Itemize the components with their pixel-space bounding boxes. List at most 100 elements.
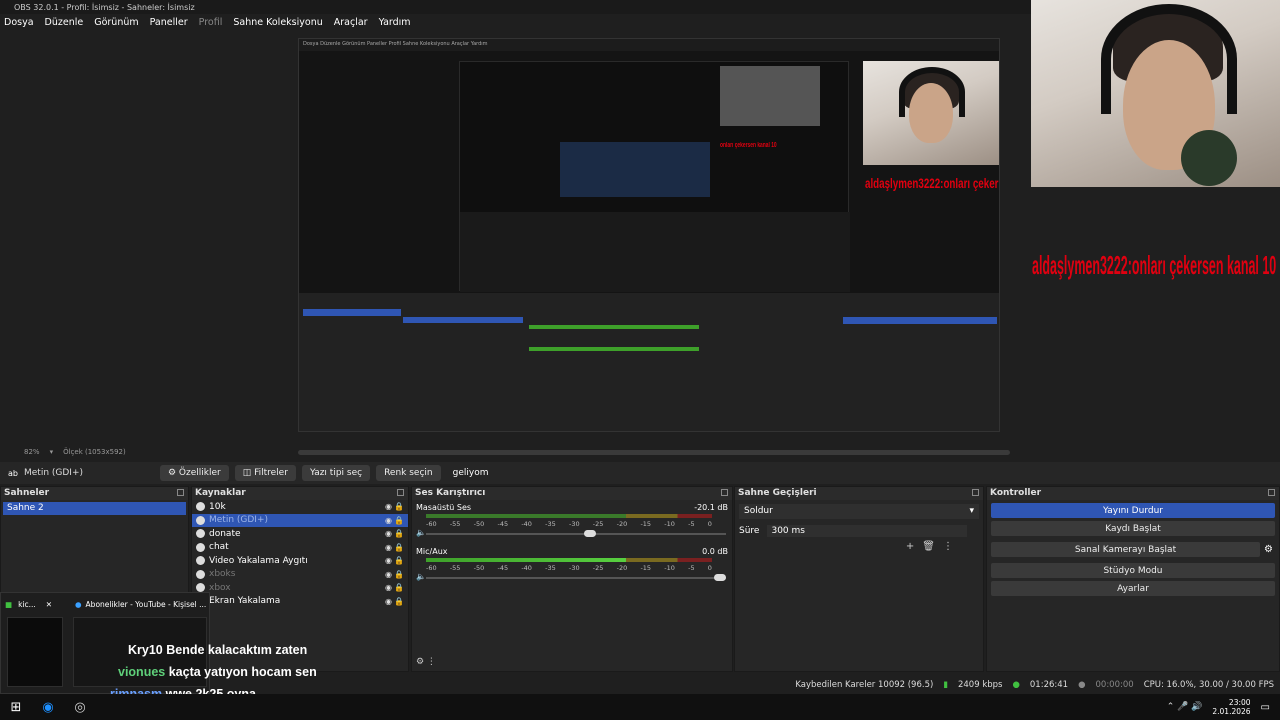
lock-icon[interactable]: 🔒 — [394, 516, 404, 525]
scenes-title: Sahneler — [4, 488, 50, 498]
menu-gorunum[interactable]: Görünüm — [94, 17, 138, 28]
color-select-button[interactable]: Renk seçin — [376, 465, 441, 481]
lock-icon[interactable]: 🔒 — [394, 597, 404, 606]
chat-user: Kry10 — [128, 643, 163, 657]
volume-slider[interactable] — [426, 574, 726, 581]
menu-sahne-koleksiyonu[interactable]: Sahne Koleksiyonu — [233, 17, 322, 28]
properties-button[interactable]: ⚙ Özellikler — [159, 465, 229, 481]
lock-icon[interactable]: 🔒 — [394, 543, 404, 552]
speaker-icon[interactable]: 🔈 — [416, 572, 426, 581]
visibility-icon[interactable]: ◉ — [385, 516, 392, 525]
nested-webcam — [863, 61, 999, 165]
zoom-scale: Ölçek (1053x592) — [63, 448, 126, 456]
lock-icon[interactable]: 🔒 — [394, 583, 404, 592]
source-item[interactable]: Ekran Yakalama ◉ 🔒 — [192, 595, 408, 609]
dock-float-icon[interactable] — [1268, 489, 1275, 496]
signal-icon: ▮ — [943, 680, 948, 690]
lock-icon[interactable]: 🔒 — [394, 502, 404, 511]
app-icon: ■ — [5, 599, 13, 609]
live-icon: ● — [1012, 680, 1020, 690]
visibility-icon[interactable]: ◉ — [385, 583, 392, 592]
text-source-icon: ab — [8, 468, 18, 478]
lock-icon[interactable]: 🔒 — [394, 529, 404, 538]
font-select-button[interactable]: Yazı tipi seç — [301, 465, 371, 481]
clock-time[interactable]: 23:00 — [1212, 698, 1251, 707]
dock-float-icon[interactable] — [177, 489, 184, 496]
start-virtual-camera-button[interactable]: Sanal Kamerayı Başlat — [991, 542, 1261, 557]
delete-icon[interactable]: 🗑 — [922, 541, 935, 552]
scene-item[interactable]: Sahne 2 — [3, 502, 186, 515]
lock-icon[interactable]: 🔒 — [394, 570, 404, 579]
source-item[interactable]: donate ◉ 🔒 — [192, 527, 408, 541]
cpu-fps: CPU: 16.0%, 30.00 / 30.00 FPS — [1143, 680, 1274, 690]
tick-label: -45 — [497, 520, 509, 528]
menu-araclar[interactable]: Araçlar — [334, 17, 368, 28]
menu-paneller[interactable]: Paneller — [150, 17, 188, 28]
slider-handle[interactable] — [584, 530, 597, 537]
tick-label: -35 — [545, 564, 556, 572]
duration-input[interactable]: 300 ms — [767, 525, 968, 537]
source-item[interactable]: Video Yakalama Aygıtı ◉ 🔒 — [192, 554, 408, 568]
studio-mode-button[interactable]: Stüdyo Modu — [991, 563, 1275, 578]
more-icon[interactable]: ⋮ — [943, 541, 953, 552]
volume-slider[interactable] — [426, 530, 726, 537]
transitions-dock: Sahne Geçişleri Soldur ▾ Süre 300 ms + 🗑 … — [734, 486, 984, 672]
nested-deeper-capture — [560, 142, 710, 197]
nested-dock-preview — [460, 212, 850, 292]
clock-date[interactable]: 2.01.2026 — [1212, 707, 1250, 716]
visibility-icon[interactable]: ◉ — [385, 556, 392, 565]
start-recording-button[interactable]: Kaydı Başlat — [991, 521, 1275, 536]
windows-start-icon[interactable]: ⊞ — [0, 700, 32, 715]
visibility-icon[interactable]: ◉ — [385, 570, 392, 579]
dock-float-icon[interactable] — [721, 489, 728, 496]
add-icon[interactable]: + — [906, 541, 914, 552]
nested-alert-big: aldaşlymen3222:onları çekersen kanal 10 … — [865, 175, 999, 191]
chevron-down-icon[interactable]: ▾ — [50, 448, 54, 460]
filters-button[interactable]: ◫ Filtreler — [234, 465, 296, 481]
settings-button[interactable]: Ayarlar — [991, 581, 1275, 596]
stop-streaming-button[interactable]: Yayını Durdur — [991, 503, 1275, 518]
controls-dock: Kontroller Yayını Durdur Kaydı Başlat Sa… — [986, 486, 1280, 672]
dock-float-icon[interactable] — [397, 489, 404, 496]
close-icon[interactable]: ✕ — [46, 600, 52, 609]
visibility-icon[interactable]: ◉ — [385, 597, 392, 606]
visibility-icon[interactable]: ◉ — [385, 543, 392, 552]
popup-item-obs[interactable]: ■ kic... ✕ — [5, 597, 69, 611]
channel-name: Masaüstü Ses — [416, 503, 472, 512]
volume-meter — [426, 514, 712, 518]
source-item[interactable]: xbox ◉ 🔒 — [192, 581, 408, 595]
popup-item-browser[interactable]: ● Abonelikler - YouTube - Kişisel ... — [75, 597, 209, 611]
notification-icon[interactable]: ▭ — [1261, 702, 1270, 713]
zoom-percent[interactable]: 82% — [24, 448, 40, 460]
obs-icon[interactable]: ◎ — [64, 700, 96, 715]
gear-icon[interactable]: ⚙ — [1264, 544, 1273, 555]
tray-icons[interactable]: ⌃ 🎤 🔊 — [1167, 702, 1203, 712]
sources-title: Kaynaklar — [195, 488, 246, 498]
source-item[interactable]: chat ◉ 🔒 — [192, 541, 408, 555]
browser-icon: ● — [75, 599, 82, 609]
source-type-icon — [196, 556, 205, 566]
speaker-icon[interactable]: 🔈 — [416, 528, 426, 537]
edge-icon[interactable]: ◉ — [32, 700, 64, 715]
menu-yardim[interactable]: Yardım — [379, 17, 411, 28]
chevron-down-icon: ▾ — [969, 506, 974, 516]
visibility-icon[interactable]: ◉ — [385, 529, 392, 538]
lock-icon[interactable]: 🔒 — [394, 556, 404, 565]
properties-label: Özellikler — [178, 468, 221, 478]
source-name: Ekran Yakalama — [209, 596, 281, 607]
menu-dosya[interactable]: Dosya — [4, 17, 34, 28]
visibility-icon[interactable]: ◉ — [385, 502, 392, 511]
source-item[interactable]: xboks ◉ 🔒 — [192, 568, 408, 582]
menu-profil[interactable]: Profil — [199, 17, 223, 28]
slider-handle[interactable] — [714, 574, 726, 581]
preview-scrollbar[interactable] — [298, 450, 1010, 455]
dock-float-icon[interactable] — [972, 489, 979, 496]
source-item[interactable]: 10k ◉ 🔒 — [192, 500, 408, 514]
transition-select[interactable]: Soldur ▾ — [739, 504, 979, 519]
source-item[interactable]: Metin (GDI+) ◉ 🔒 — [192, 513, 408, 527]
duration-label: Süre — [739, 526, 760, 536]
tick-label: -50 — [473, 564, 485, 572]
menu-duzenle[interactable]: Düzenle — [45, 17, 84, 28]
scenes-header: Sahneler — [1, 487, 188, 500]
nested-docks — [299, 293, 999, 431]
